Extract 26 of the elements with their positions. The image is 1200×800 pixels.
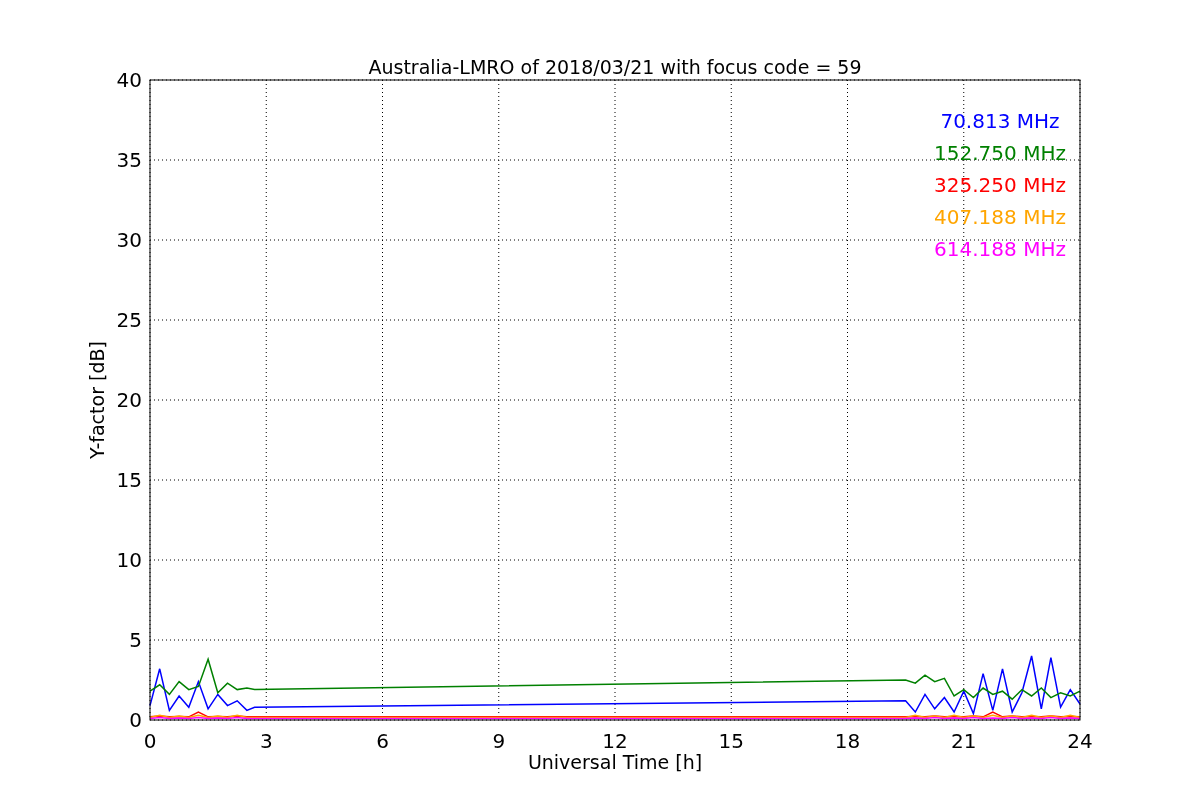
y-tick-label: 15 [116, 468, 142, 492]
y-tick-label: 20 [116, 388, 142, 412]
x-tick-label: 6 [376, 729, 389, 753]
x-tick-label: 18 [834, 729, 861, 753]
y-tick-label: 25 [116, 308, 142, 332]
legend-label: 152.750 MHz [934, 141, 1066, 165]
x-tick-label: 9 [492, 729, 506, 753]
x-axis-label: Universal Time [h] [527, 751, 703, 773]
x-tick-label: 21 [951, 729, 977, 753]
y-axis-label: Y-factor [dB] [86, 341, 108, 459]
y-tick-label: 35 [116, 148, 142, 172]
y-tick-label: 5 [129, 628, 142, 652]
x-tick-label: 0 [143, 729, 157, 753]
legend-label: 407.188 MHz [934, 205, 1066, 229]
legend-label: 325.250 MHz [934, 173, 1066, 197]
y-tick-label: 30 [116, 228, 142, 252]
chart-title: Australia-LMRO of 2018/03/21 with focus code = 59 [368, 56, 862, 78]
x-tick-label: 24 [1067, 729, 1093, 753]
x-tick-label: 3 [259, 729, 273, 753]
legend-label: 614.188 MHz [934, 237, 1066, 261]
x-tick-label: 15 [718, 729, 744, 753]
y-tick-label: 40 [116, 68, 142, 92]
y-tick-label: 0 [129, 708, 142, 732]
legend-label: 70.813 MHz [940, 109, 1060, 133]
y-tick-label: 10 [116, 548, 142, 572]
x-tick-label: 12 [602, 729, 628, 753]
